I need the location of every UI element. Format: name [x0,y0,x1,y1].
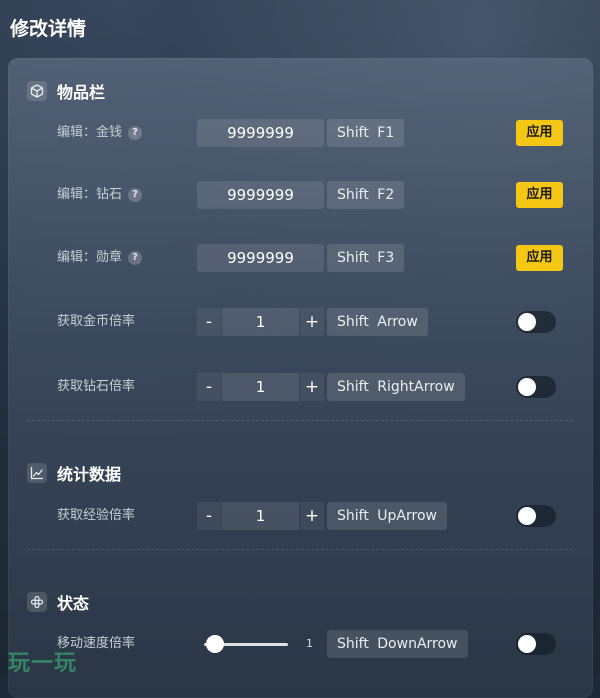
decrement-button[interactable]: - [197,373,221,401]
toggle-knob [518,507,536,525]
row-coin-multiplier: 获取金币倍率 - 1 + Shift Arrow [8,308,593,336]
move-icon [27,592,47,612]
row-label: 获取金币倍率 [57,314,136,329]
increment-button[interactable]: + [300,373,324,401]
increment-button[interactable]: + [300,502,324,530]
diamond-multiplier-toggle[interactable] [516,376,556,398]
toggle-knob [518,378,536,396]
hotkey-badge[interactable]: Shift F2 [327,181,405,209]
section-title-status: 状态 [57,594,90,613]
apply-button[interactable]: 应用 [516,245,563,271]
decrement-button[interactable]: - [197,308,221,336]
settings-panel: 物品栏 编辑：金钱? 9999999 Shift F1 应用 编辑：钻石? 99… [8,58,593,698]
section-title-inventory: 物品栏 [57,83,106,102]
row-diamond-multiplier: 获取钻石倍率 - 1 + Shift RightArrow [8,373,593,401]
help-icon[interactable]: ? [128,126,143,140]
row-edit-medal: 编辑：勋章? 9999999 Shift F3 应用 [8,244,593,272]
move-speed-slider[interactable] [204,630,294,658]
stepper-value[interactable]: 1 [222,308,299,336]
coin-multiplier-toggle[interactable] [516,311,556,333]
move-speed-toggle[interactable] [516,633,556,655]
toggle-knob [518,635,536,653]
chart-icon [27,463,47,483]
exp-multiplier-toggle[interactable] [516,505,556,527]
watermark-logo: 玩一玩 [8,651,78,676]
row-label-text: 编辑：钻石 [57,187,123,202]
row-exp-multiplier: 获取经验倍率 - 1 + Shift UpArrow [8,502,593,530]
money-value-input[interactable]: 9999999 [197,119,324,147]
section-header-status: 状态 [27,590,89,614]
row-label-text: 编辑：勋章 [57,250,123,265]
slider-thumb[interactable] [206,635,224,653]
help-icon[interactable]: ? [128,188,143,202]
row-edit-diamond: 编辑：钻石? 9999999 Shift F2 应用 [8,181,593,209]
row-label: 获取经验倍率 [57,508,136,523]
section-header-inventory: 物品栏 [27,79,105,103]
slider-value: 1 [306,637,313,650]
diamond-value-input[interactable]: 9999999 [197,181,324,209]
page-title: 修改详情 [10,18,87,40]
row-label-text: 编辑：金钱 [57,125,123,140]
hotkey-badge[interactable]: Shift Arrow [327,308,428,336]
hotkey-badge[interactable]: Shift F1 [327,119,405,147]
diamond-multiplier-stepper: - 1 + [197,373,324,401]
row-move-speed: 移动速度倍率 1 Shift DownArrow [8,630,593,658]
cube-icon [27,81,47,101]
medal-value-input[interactable]: 9999999 [197,244,324,272]
section-divider [27,549,573,550]
section-title-stats: 统计数据 [57,465,122,484]
row-label: 编辑：钻石? [57,181,143,209]
exp-multiplier-stepper: - 1 + [197,502,324,530]
toggle-knob [518,313,536,331]
section-divider [27,420,573,421]
hotkey-badge[interactable]: Shift UpArrow [327,502,447,530]
row-label: 编辑：勋章? [57,244,143,272]
hotkey-badge[interactable]: Shift F3 [327,244,405,272]
row-edit-money: 编辑：金钱? 9999999 Shift F1 应用 [8,119,593,147]
row-label: 编辑：金钱? [57,119,143,147]
apply-button[interactable]: 应用 [516,120,563,146]
stepper-value[interactable]: 1 [222,502,299,530]
hotkey-badge[interactable]: Shift DownArrow [327,630,468,658]
help-icon[interactable]: ? [128,251,143,265]
row-label: 获取钻石倍率 [57,379,136,394]
decrement-button[interactable]: - [197,502,221,530]
coin-multiplier-stepper: - 1 + [197,308,324,336]
stepper-value[interactable]: 1 [222,373,299,401]
apply-button[interactable]: 应用 [516,182,563,208]
section-header-stats: 统计数据 [27,461,121,485]
hotkey-badge[interactable]: Shift RightArrow [327,373,465,401]
increment-button[interactable]: + [300,308,324,336]
